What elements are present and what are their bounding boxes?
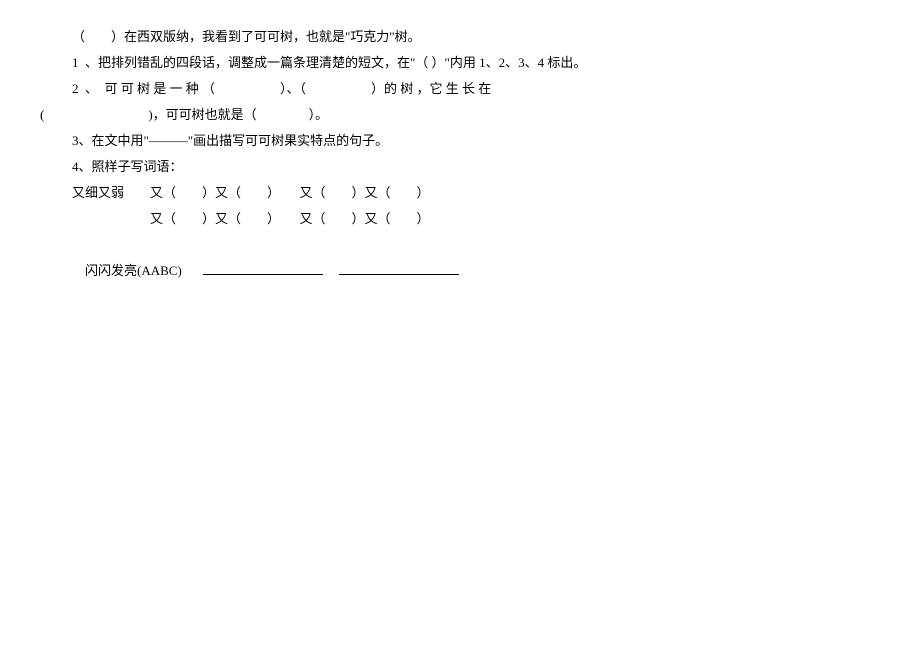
page-root: （ ）在西双版纳，我看到了可可树，也就是"巧克力"树。 1 、把排列错乱的四段话… xyxy=(0,0,920,310)
question-3: 3、在文中用"———"画出描写可可树果实特点的句子。 xyxy=(40,128,880,154)
question-2-line1: 2 、 可 可 树 是 一 种 （ ）、（ ）的 树 ，它 生 长 在 xyxy=(40,76,880,102)
question-4-example-b: 又（ ）又（ ） 又（ ）又（ ） xyxy=(40,206,880,232)
question-1: 1 、把排列错乱的四段话，调整成一篇条理清楚的短文，在"（ ）"内用 1、2、3… xyxy=(40,50,880,76)
paragraph-intro: （ ）在西双版纳，我看到了可可树，也就是"巧克力"树。 xyxy=(40,24,880,50)
question-4-example-a: 又细又弱 又（ ）又（ ） 又（ ）又（ ） xyxy=(40,180,880,206)
question-4-aabc: 闪闪发亮(AABC) xyxy=(40,232,880,310)
blank-line-2[interactable] xyxy=(339,261,459,275)
question-2-line2: ( )，可可树也就是（ ）。 xyxy=(40,102,880,128)
blank-line-1[interactable] xyxy=(203,261,323,275)
aabc-prefix: 闪闪发亮(AABC) xyxy=(85,263,195,278)
question-4: 4、照样子写词语： xyxy=(40,154,880,180)
